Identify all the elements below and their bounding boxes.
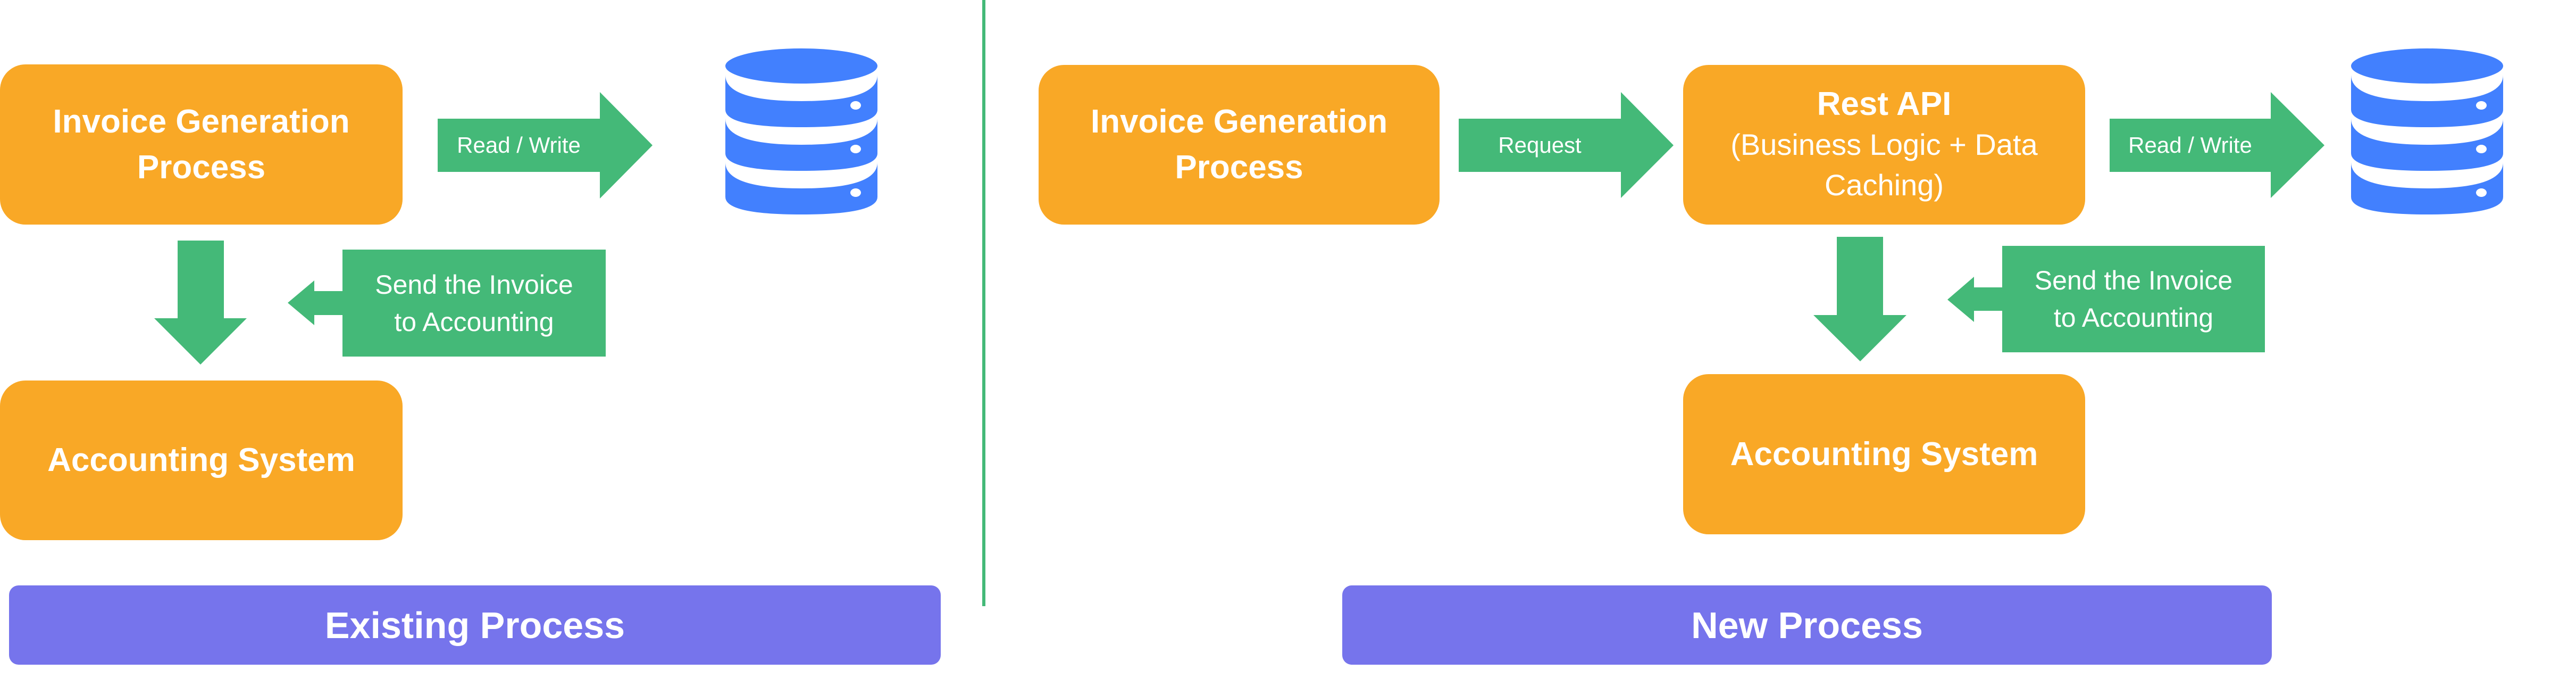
- new-send-label-line1: Send the Invoice: [2034, 266, 2233, 295]
- new-send-label-line2: to Accounting: [2053, 303, 2214, 333]
- new-send-arrow-shape: [1947, 277, 2002, 322]
- new-accounting-box-label: Accounting System: [1730, 435, 2038, 473]
- new-process-banner: New Process: [1342, 585, 2272, 665]
- new-send-invoice-box: Send the Invoice to Accounting: [2002, 246, 2265, 352]
- new-accounting-system-box: Accounting System: [1683, 374, 2085, 534]
